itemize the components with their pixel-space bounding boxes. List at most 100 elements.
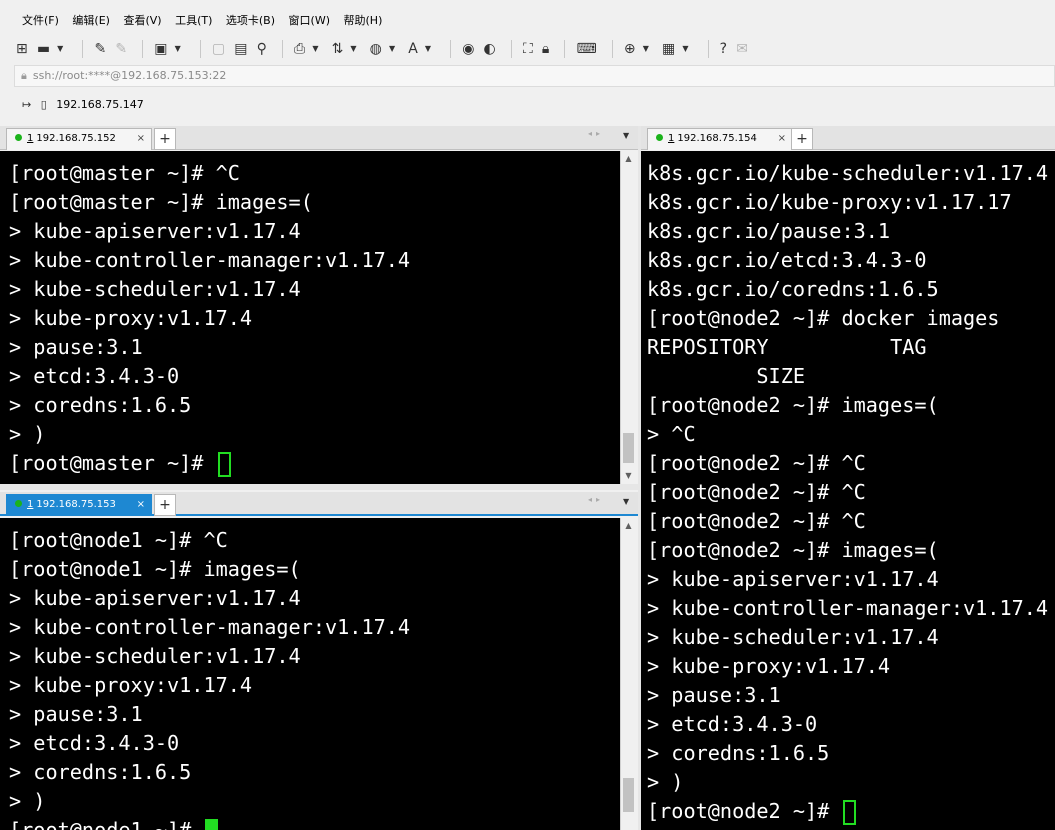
terminal-line: > pause:3.1	[9, 335, 143, 359]
pane-splitter-horizontal[interactable]	[0, 484, 638, 490]
terminal-cursor	[205, 819, 219, 830]
terminal-line: > kube-proxy:v1.17.4	[9, 673, 253, 697]
scrollbar-thumb[interactable]	[623, 433, 634, 463]
open-folder-icon[interactable]: ▬	[37, 38, 50, 60]
toolbar-separator	[611, 40, 613, 58]
terminal-line: k8s.gcr.io/coredns:1.6.5	[647, 277, 939, 301]
paste-icon[interactable]: ▤	[234, 38, 247, 60]
terminal-line: > coredns:1.6.5	[9, 760, 192, 784]
scrollbar-bottom-left[interactable]: ▲	[620, 518, 636, 830]
globe-icon[interactable]: ◍	[370, 38, 382, 60]
menu-view[interactable]: 查看(V)	[123, 12, 161, 28]
add-tab-button[interactable]: +	[154, 494, 176, 516]
menu-edit[interactable]: 编辑(E)	[72, 12, 110, 28]
tab-strip-bottom-left: 1 192.168.75.153 × + ◂▸ ▼	[0, 492, 638, 516]
close-icon[interactable]: ×	[778, 129, 786, 149]
connected-status-icon	[15, 500, 22, 507]
terminal-top-left[interactable]: [root@master ~]# ^C [root@master ~]# ima…	[0, 151, 620, 484]
terminal-prompt-line: [root@node2 ~]#	[647, 797, 857, 826]
scroll-up-icon[interactable]: ▲	[621, 151, 636, 167]
terminal-bottom-left[interactable]: [root@node1 ~]# ^C [root@node1 ~]# image…	[0, 518, 620, 830]
print-icon[interactable]: ⎙	[294, 38, 305, 60]
comment-icon: ✉	[736, 41, 748, 57]
new-session-icon[interactable]: ⊞	[16, 38, 28, 60]
menu-help[interactable]: 帮助(H)	[344, 12, 383, 28]
tab-list-dropdown-icon[interactable]: ▼	[623, 131, 629, 140]
terminal-line: > kube-proxy:v1.17.4	[9, 306, 253, 330]
new-tab-icon[interactable]: ⊕	[624, 38, 636, 60]
prompt-text: [root@node2 ~]#	[647, 799, 842, 823]
xftp-icon[interactable]: ◉	[462, 38, 474, 60]
toolbar-separator	[510, 40, 512, 58]
add-tab-button[interactable]: +	[154, 128, 176, 150]
terminal-cursor	[217, 452, 231, 477]
scrollbar-top-left[interactable]: ▲ ▼	[620, 151, 636, 484]
xshell-logo-icon[interactable]: ◐	[484, 38, 496, 60]
transfer-icon[interactable]: ⇅	[332, 38, 344, 60]
globe-dropdown-icon[interactable]: ▼	[389, 38, 395, 60]
connected-status-icon	[656, 134, 663, 141]
arrow-right-icon[interactable]: ↦	[22, 98, 31, 111]
terminal-line: k8s.gcr.io/etcd:3.4.3-0	[647, 248, 927, 272]
tab-scroll-icon[interactable]: ◂▸	[588, 495, 604, 504]
toolbar: ⊞ ▬ ▼ ✎ ✎ ▣ ▼ ▢ ▤ ⚲ ⎙ ▼ ⇅ ▼ ◍ ▼ A ▼ ◉ ◐ …	[0, 34, 1055, 64]
connect-icon[interactable]: ✎	[95, 38, 107, 60]
lock-icon[interactable]: 🔒︎	[542, 38, 549, 60]
terminal-line: [root@node1 ~]# ^C	[9, 528, 228, 552]
quick-link[interactable]: 192.168.75.147	[56, 98, 143, 111]
keyboard-icon[interactable]: ⌨	[577, 38, 597, 60]
tab-session-154[interactable]: 1 192.168.75.154 ×	[647, 128, 793, 150]
terminal-line: > kube-scheduler:v1.17.4	[647, 625, 939, 649]
scrollbar-thumb[interactable]	[623, 778, 634, 812]
scroll-down-icon[interactable]: ▼	[621, 468, 636, 484]
terminal-prompt-line: [root@node1 ~]#	[9, 816, 219, 830]
layout-dropdown-icon[interactable]: ▼	[682, 38, 688, 60]
fullscreen-icon[interactable]: ⛶	[523, 38, 533, 60]
terminal-prompt-line: [root@master ~]#	[9, 449, 231, 478]
properties-icon[interactable]: ▣	[154, 38, 167, 60]
find-icon[interactable]: ⚲	[257, 38, 267, 60]
address-bar[interactable]: 🔒︎ ssh://root:****@192.168.75.153:22	[14, 65, 1055, 87]
menu-tools[interactable]: 工具(T)	[175, 12, 212, 28]
tab-strip-top-left: 1 192.168.75.152 × + ◂▸ ▼	[0, 126, 638, 150]
tab-scroll-icon[interactable]: ◂▸	[588, 129, 604, 138]
scroll-up-icon[interactable]: ▲	[621, 518, 636, 534]
font-icon[interactable]: A	[408, 38, 418, 60]
close-icon[interactable]: ×	[137, 129, 145, 149]
terminal-line: > kube-scheduler:v1.17.4	[9, 644, 301, 668]
terminal-line: > kube-scheduler:v1.17.4	[9, 277, 301, 301]
tab-title: 192.168.75.153	[36, 499, 116, 510]
terminal-line: > kube-apiserver:v1.17.4	[9, 219, 301, 243]
address-text: ssh://root:****@192.168.75.153:22	[32, 69, 227, 82]
terminal-line: [root@node2 ~]# images=(	[647, 393, 939, 417]
terminal-line: > pause:3.1	[647, 683, 781, 707]
layout-icon[interactable]: ▦	[662, 38, 675, 60]
terminal-line: k8s.gcr.io/pause:3.1	[647, 219, 891, 243]
tab-session-153[interactable]: 1 192.168.75.153 ×	[6, 494, 152, 516]
transfer-dropdown-icon[interactable]: ▼	[350, 38, 356, 60]
print-dropdown-icon[interactable]: ▼	[312, 38, 318, 60]
help-icon[interactable]: ?	[720, 38, 727, 60]
close-icon[interactable]: ×	[137, 495, 145, 515]
terminal-line: [root@node2 ~]# ^C	[647, 451, 866, 475]
font-dropdown-icon[interactable]: ▼	[425, 38, 431, 60]
new-tab-dropdown-icon[interactable]: ▼	[643, 38, 649, 60]
bookmark-icon[interactable]: ▯	[41, 98, 47, 111]
terminal-cursor	[843, 800, 857, 825]
disconnect-icon: ✎	[115, 41, 128, 57]
terminal-line: > etcd:3.4.3-0	[647, 712, 818, 736]
tab-session-152[interactable]: 1 192.168.75.152 ×	[6, 128, 152, 150]
terminal-right[interactable]: k8s.gcr.io/kube-scheduler:v1.17.4 k8s.gc…	[641, 151, 1055, 830]
terminal-line: > kube-controller-manager:v1.17.4	[647, 596, 1049, 620]
terminal-line: > pause:3.1	[9, 702, 143, 726]
terminal-line: > ^C	[647, 422, 696, 446]
menu-file[interactable]: 文件(F)	[22, 12, 59, 28]
menu-tabs[interactable]: 选项卡(B)	[226, 12, 275, 28]
add-tab-button[interactable]: +	[791, 128, 813, 150]
tab-list-dropdown-icon[interactable]: ▼	[623, 497, 629, 506]
toolbar-separator	[199, 40, 201, 58]
properties-dropdown-icon[interactable]: ▼	[175, 38, 181, 60]
menu-window[interactable]: 窗口(W)	[289, 12, 330, 28]
toolbar-separator	[82, 40, 84, 58]
open-dropdown-icon[interactable]: ▼	[57, 38, 63, 60]
